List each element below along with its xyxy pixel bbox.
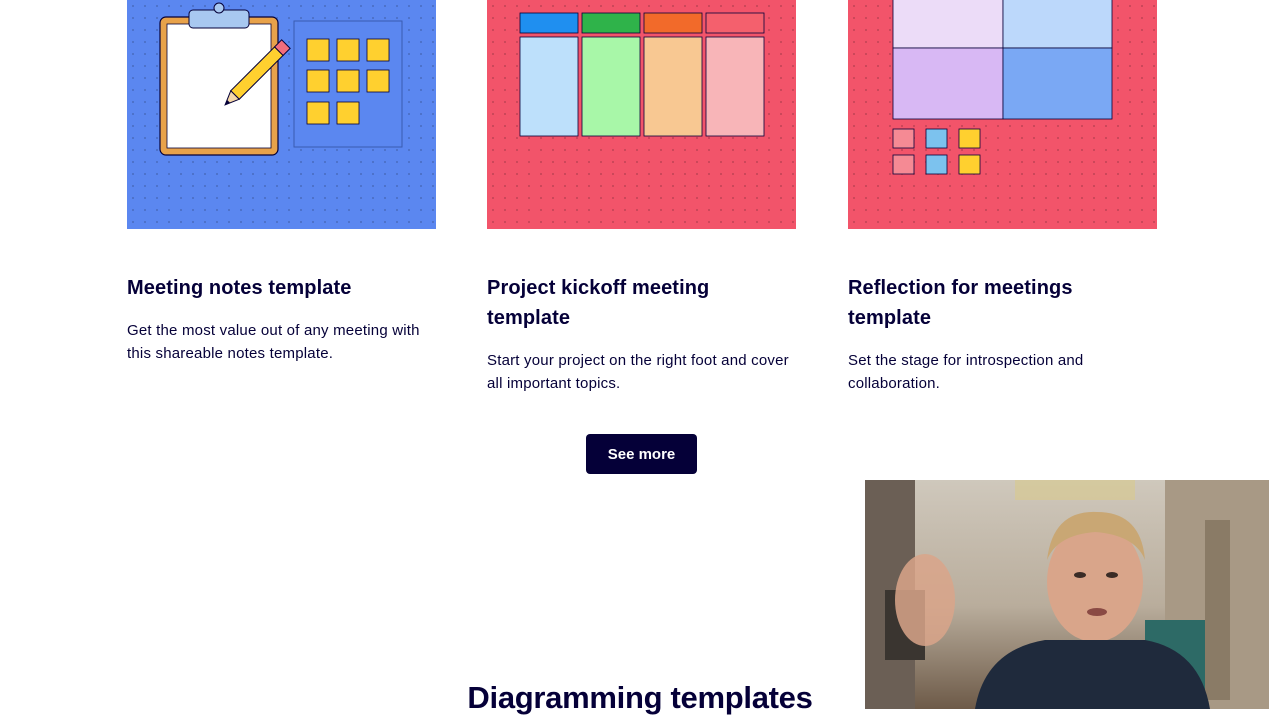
template-card-meeting-notes[interactable]: Meeting notes template Get the most valu… [127,0,436,365]
meeting-notes-thumbnail[interactable] [127,0,436,229]
card-description: Set the stage for introspection and coll… [848,352,1084,392]
card-title[interactable]: Meeting notes template [127,273,436,303]
card-title[interactable]: Project kickoff meeting template [487,273,796,333]
template-card-project-kickoff[interactable]: Project kickoff meeting template Start y… [487,0,796,395]
kanban-columns-illustration [519,12,765,137]
webcam-presenter-video [865,480,1269,709]
project-kickoff-thumbnail[interactable] [487,0,796,229]
presenter-video-overlay [865,480,1269,709]
see-more-button[interactable]: See more [586,434,697,474]
card-description: Start your project on the right foot and… [487,352,789,392]
quadrant-grid-illustration [892,0,1113,175]
reflection-thumbnail[interactable] [848,0,1157,229]
clipboard-notes-illustration [159,2,403,156]
template-card-reflection[interactable]: Reflection for meetings template Set the… [848,0,1157,395]
card-title[interactable]: Reflection for meetings template [848,273,1157,333]
card-description: Get the most value out of any meeting wi… [127,322,420,362]
